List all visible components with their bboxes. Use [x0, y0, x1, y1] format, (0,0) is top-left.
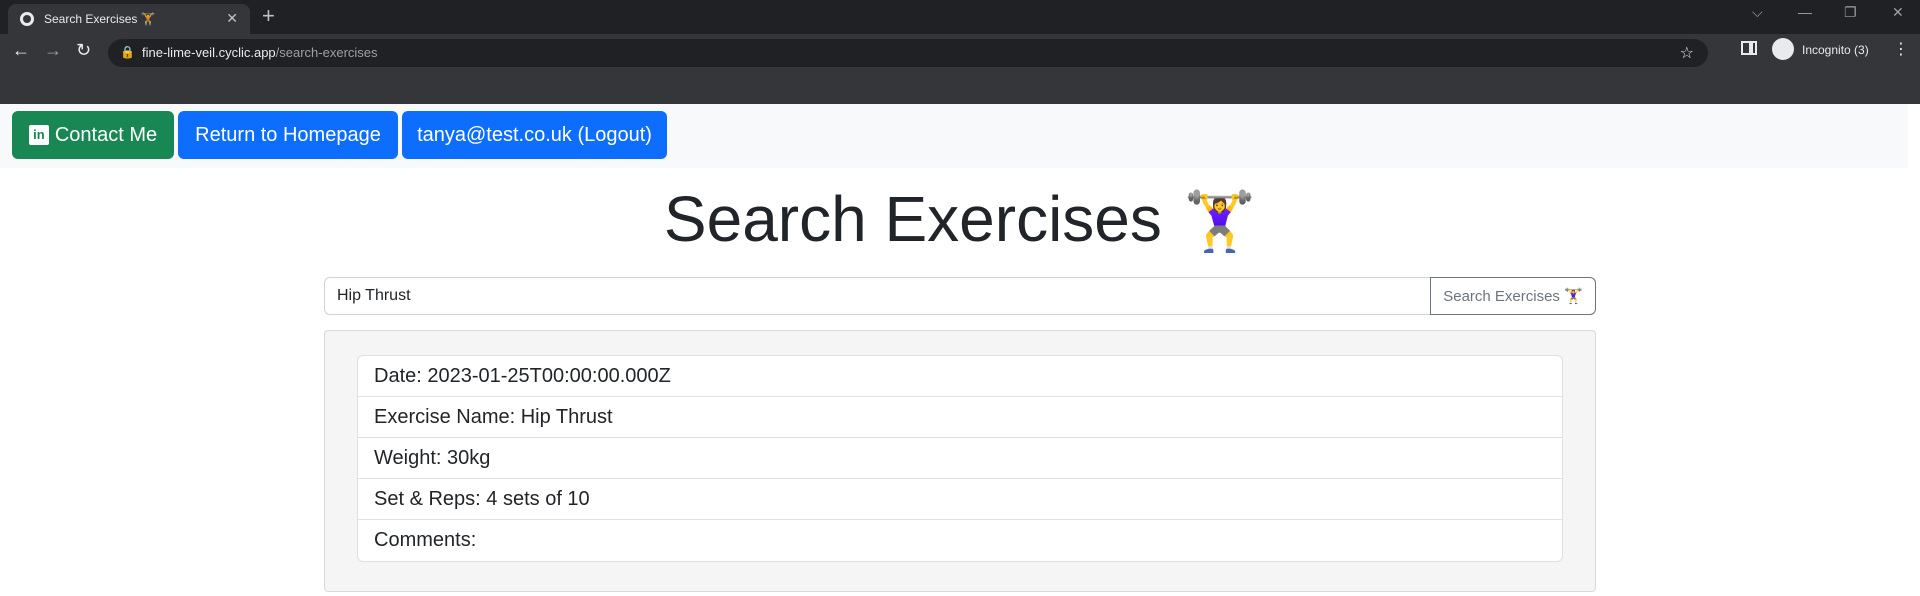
page-content: in Contact Me Return to Homepage tanya@t…: [0, 104, 1920, 596]
tab-search-icon[interactable]: ⌵: [1752, 4, 1763, 21]
browser-tab-bar: Search Exercises 🏋 ✕ + ⌵ — ❐ ✕: [0, 0, 1920, 34]
results-card: Date: 2023-01-25T00:00:00.000Z Exercise …: [324, 330, 1596, 592]
logout-label: tanya@test.co.uk (Logout): [417, 123, 652, 146]
page-title-text: Search Exercises: [663, 183, 1162, 255]
reload-icon[interactable]: ↻: [76, 40, 91, 61]
new-tab-icon[interactable]: +: [262, 3, 275, 29]
forward-icon[interactable]: →: [44, 40, 62, 61]
close-window-icon[interactable]: ✕: [1892, 4, 1904, 21]
browser-toolbar: ← → ↻ 🔒 fine-lime-veil.cyclic.app/search…: [0, 34, 1920, 104]
contact-me-button[interactable]: in Contact Me: [12, 111, 174, 159]
menu-kebab-icon[interactable]: ⋮: [1893, 39, 1909, 59]
globe-icon: [20, 12, 34, 26]
address-bar[interactable]: 🔒 fine-lime-veil.cyclic.app/search-exerc…: [108, 39, 1708, 67]
weightlifter-icon: 🏋️‍♀️: [1183, 189, 1257, 254]
incognito-label[interactable]: Incognito (3): [1802, 43, 1869, 57]
page-title: Search Exercises 🏋️‍♀️: [0, 182, 1920, 256]
search-exercises-button[interactable]: Search Exercises 🏋️‍♀️: [1430, 277, 1596, 315]
bookmark-star-icon[interactable]: ☆: [1680, 43, 1694, 63]
close-tab-icon[interactable]: ✕: [226, 10, 238, 27]
site-navbar: in Contact Me Return to Homepage tanya@t…: [0, 104, 1908, 168]
contact-me-label: Contact Me: [54, 123, 158, 146]
exercise-result-list: Date: 2023-01-25T00:00:00.000Z Exercise …: [357, 355, 1563, 562]
side-panel-icon[interactable]: [1741, 41, 1757, 55]
search-input[interactable]: [324, 277, 1431, 315]
linkedin-icon: in: [28, 125, 49, 145]
result-weight: Weight: 30kg: [358, 438, 1562, 479]
incognito-icon[interactable]: [1772, 38, 1794, 60]
result-date: Date: 2023-01-25T00:00:00.000Z: [358, 356, 1562, 397]
url-text: fine-lime-veil.cyclic.app/search-exercis…: [142, 45, 378, 60]
browser-tab[interactable]: Search Exercises 🏋 ✕: [8, 4, 250, 34]
result-sets-reps: Set & Reps: 4 sets of 10: [358, 479, 1562, 520]
return-homepage-label: Return to Homepage: [195, 123, 381, 146]
lock-icon[interactable]: 🔒: [120, 45, 135, 59]
minimize-icon[interactable]: —: [1798, 4, 1812, 20]
back-icon[interactable]: ←: [12, 40, 30, 61]
tab-title: Search Exercises 🏋: [44, 12, 156, 26]
restore-icon[interactable]: ❐: [1844, 4, 1857, 21]
result-exercise-name: Exercise Name: Hip Thrust: [358, 397, 1562, 438]
return-homepage-button[interactable]: Return to Homepage: [178, 111, 398, 159]
logout-button[interactable]: tanya@test.co.uk (Logout): [402, 111, 667, 159]
result-comments: Comments:: [374, 529, 477, 551]
